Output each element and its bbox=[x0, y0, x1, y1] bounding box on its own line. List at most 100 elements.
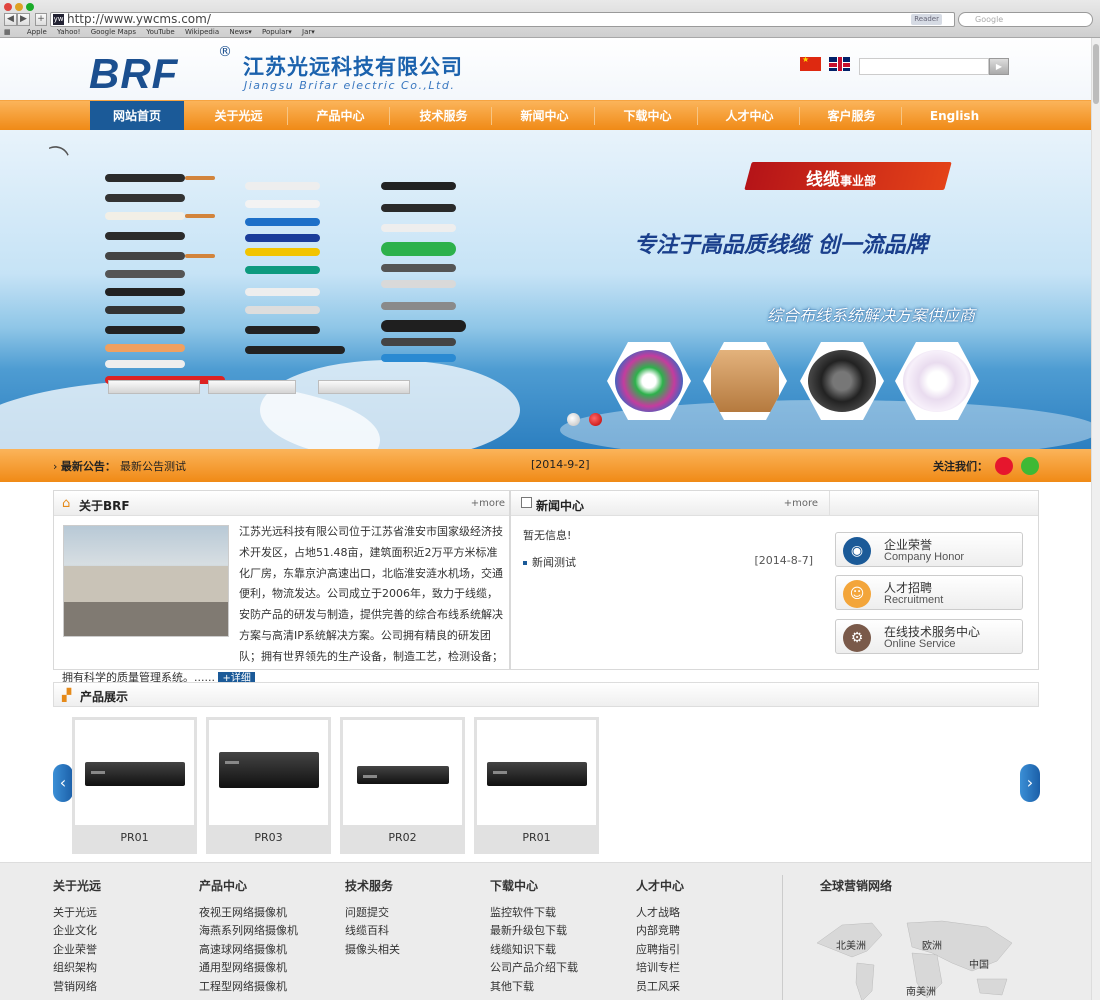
footer-link[interactable]: 内部竞聘 bbox=[636, 922, 684, 940]
footer-col-title: 产品中心 bbox=[199, 879, 248, 893]
follow-label: 关注我们： bbox=[933, 460, 988, 473]
nav-item-home[interactable]: 网站首页 bbox=[90, 101, 184, 131]
slide-dot-1[interactable] bbox=[567, 413, 580, 426]
footer-link[interactable]: 最新升级包下载 bbox=[490, 922, 578, 940]
slide-dot-2[interactable] bbox=[589, 413, 602, 426]
hero-banner[interactable]: ⌒ 线缆事业部 专注于高品质线缆 创一流品牌 综合布线系统解决方案供应商 bbox=[0, 130, 1091, 449]
bookmarks-grid-icon[interactable]: ▦ bbox=[4, 28, 11, 36]
about-panel: ⌂ 关于BRF +more 江苏光远科技有限公司位于江苏省淮安市国家级经济技术开… bbox=[53, 490, 510, 686]
recruitment-button[interactable]: ☺ 人才招聘 Recruitment bbox=[835, 575, 1023, 610]
footer-link[interactable]: 培训专栏 bbox=[636, 959, 684, 977]
zoom-window-icon[interactable] bbox=[26, 3, 34, 11]
cable-graphic bbox=[381, 354, 456, 362]
bookmark-item[interactable]: Apple bbox=[27, 28, 47, 36]
about-panel-header: ⌂ 关于BRF +more bbox=[54, 491, 509, 516]
footer-link[interactable]: 其他下载 bbox=[490, 978, 578, 996]
nav-divider bbox=[389, 107, 390, 125]
carousel-prev-arrow-icon[interactable]: ‹ bbox=[53, 764, 73, 802]
product-card[interactable]: PR03 bbox=[206, 717, 331, 854]
footer-link[interactable]: 问题提交 bbox=[345, 904, 400, 922]
nav-item-news[interactable]: 新闻中心 bbox=[493, 101, 596, 131]
about-text: 江苏光远科技有限公司位于江苏省淮安市国家级经济技术开发区，占地51.48亩，建筑… bbox=[62, 522, 508, 688]
weibo-icon[interactable] bbox=[995, 457, 1013, 475]
footer-link[interactable]: 企业文化 bbox=[53, 922, 101, 940]
division-label: 线缆事业部 bbox=[806, 170, 877, 190]
browser-search-input[interactable]: Google bbox=[958, 12, 1093, 27]
nav-item-about[interactable]: 关于光远 bbox=[187, 101, 290, 131]
bookmark-item[interactable]: YouTube bbox=[146, 28, 174, 36]
nav-item-service[interactable]: 客户服务 bbox=[800, 101, 903, 131]
news-more-link[interactable]: +more bbox=[784, 498, 818, 509]
footer-link[interactable]: 关于光远 bbox=[53, 904, 101, 922]
nav-item-tech[interactable]: 技术服务 bbox=[392, 101, 495, 131]
footer-link[interactable]: 人才战略 bbox=[636, 904, 684, 922]
bookmark-item[interactable]: Google Maps bbox=[91, 28, 136, 36]
footer-link[interactable]: 夜视王网络摄像机 bbox=[199, 904, 298, 922]
footer-link[interactable]: 应聘指引 bbox=[636, 941, 684, 959]
notice-text[interactable]: 最新公告测试 bbox=[120, 458, 186, 474]
product-card[interactable]: PR02 bbox=[340, 717, 465, 854]
forward-icon[interactable]: ▶ bbox=[17, 13, 30, 26]
bookmark-item[interactable]: Wikipedia bbox=[185, 28, 219, 36]
site-search-input[interactable] bbox=[859, 58, 989, 75]
footer-link[interactable]: 线缆百科 bbox=[345, 922, 400, 940]
nav-item-talent[interactable]: 人才中心 bbox=[698, 101, 801, 131]
bookmark-item[interactable]: Jar▾ bbox=[302, 28, 315, 36]
nav-divider bbox=[594, 107, 595, 125]
footer-link[interactable]: 公司产品介绍下载 bbox=[490, 959, 578, 977]
scrollbar-thumb[interactable] bbox=[1093, 44, 1099, 104]
add-bookmark-icon[interactable]: + bbox=[35, 13, 47, 26]
cable-graphic bbox=[381, 182, 456, 190]
footer-link[interactable]: 通用型网络摄像机 bbox=[199, 959, 298, 977]
footer-link[interactable]: 海燕系列网络摄像机 bbox=[199, 922, 298, 940]
side-button-en: Online Service bbox=[884, 638, 956, 650]
cable-graphic bbox=[381, 264, 456, 272]
cable-graphic bbox=[105, 252, 185, 260]
product-card[interactable]: PR01 bbox=[474, 717, 599, 854]
footer-link[interactable]: 高速球网络摄像机 bbox=[199, 941, 298, 959]
close-window-icon[interactable] bbox=[4, 3, 12, 11]
cable-graphic bbox=[105, 326, 185, 334]
url-text: http://www.ywcms.com/ bbox=[67, 12, 211, 26]
cable-graphic bbox=[105, 360, 185, 368]
cable-graphic bbox=[105, 270, 185, 278]
uk-flag-icon[interactable] bbox=[829, 57, 850, 71]
cable-graphic bbox=[245, 248, 320, 256]
news-item-title[interactable]: 新闻测试 bbox=[532, 556, 576, 569]
carousel-next-arrow-icon[interactable]: › bbox=[1020, 764, 1040, 802]
notice-label: › 最新公告： bbox=[53, 460, 116, 473]
back-icon[interactable]: ◀ bbox=[4, 13, 17, 26]
footer-link[interactable]: 组织架构 bbox=[53, 959, 101, 977]
nav-item-products[interactable]: 产品中心 bbox=[289, 101, 392, 131]
footer-link[interactable]: 摄像头相关 bbox=[345, 941, 400, 959]
side-button-en: Recruitment bbox=[884, 594, 944, 606]
site-search-button[interactable]: ▶ bbox=[989, 58, 1009, 75]
product-card[interactable]: PR01 bbox=[72, 717, 197, 854]
nav-item-english[interactable]: English bbox=[903, 101, 1006, 131]
nav-item-download[interactable]: 下载中心 bbox=[596, 101, 699, 131]
china-flag-icon[interactable] bbox=[800, 55, 821, 71]
footer-link[interactable]: 营销网络 bbox=[53, 978, 101, 996]
news-list-item[interactable]: 新闻测试 [2014-8-7] bbox=[523, 554, 813, 570]
banner-subslogan: 综合布线系统解决方案供应商 bbox=[767, 306, 976, 325]
footer-link[interactable]: 监控软件下载 bbox=[490, 904, 578, 922]
bookmark-item[interactable]: Popular▾ bbox=[262, 28, 292, 36]
cable-graphic bbox=[381, 338, 456, 346]
bookmark-item[interactable]: News▾ bbox=[229, 28, 251, 36]
footer-link[interactable]: 企业荣誉 bbox=[53, 941, 101, 959]
footer-link[interactable]: 线缆知识下载 bbox=[490, 941, 578, 959]
wechat-icon[interactable] bbox=[1021, 457, 1039, 475]
scrollbar[interactable] bbox=[1091, 38, 1100, 1000]
company-honor-button[interactable]: ◉ 企业荣誉 Company Honor bbox=[835, 532, 1023, 567]
brand-logo[interactable]: BRF bbox=[89, 50, 178, 98]
address-bar[interactable]: yw http://www.ywcms.com/ Reader bbox=[50, 12, 955, 27]
minimize-window-icon[interactable] bbox=[15, 3, 23, 11]
online-service-button[interactable]: ⚙ 在线技术服务中心 Online Service bbox=[835, 619, 1023, 654]
cable-rolls-image bbox=[615, 350, 683, 412]
news-title: 新闻中心 bbox=[536, 499, 585, 513]
bookmark-item[interactable]: Yahoo! bbox=[57, 28, 80, 36]
reader-button[interactable]: Reader bbox=[911, 14, 942, 25]
about-more-link[interactable]: +more bbox=[471, 498, 505, 509]
footer-link[interactable]: 员工风采 bbox=[636, 978, 684, 996]
footer-link[interactable]: 工程型网络摄像机 bbox=[199, 978, 298, 996]
